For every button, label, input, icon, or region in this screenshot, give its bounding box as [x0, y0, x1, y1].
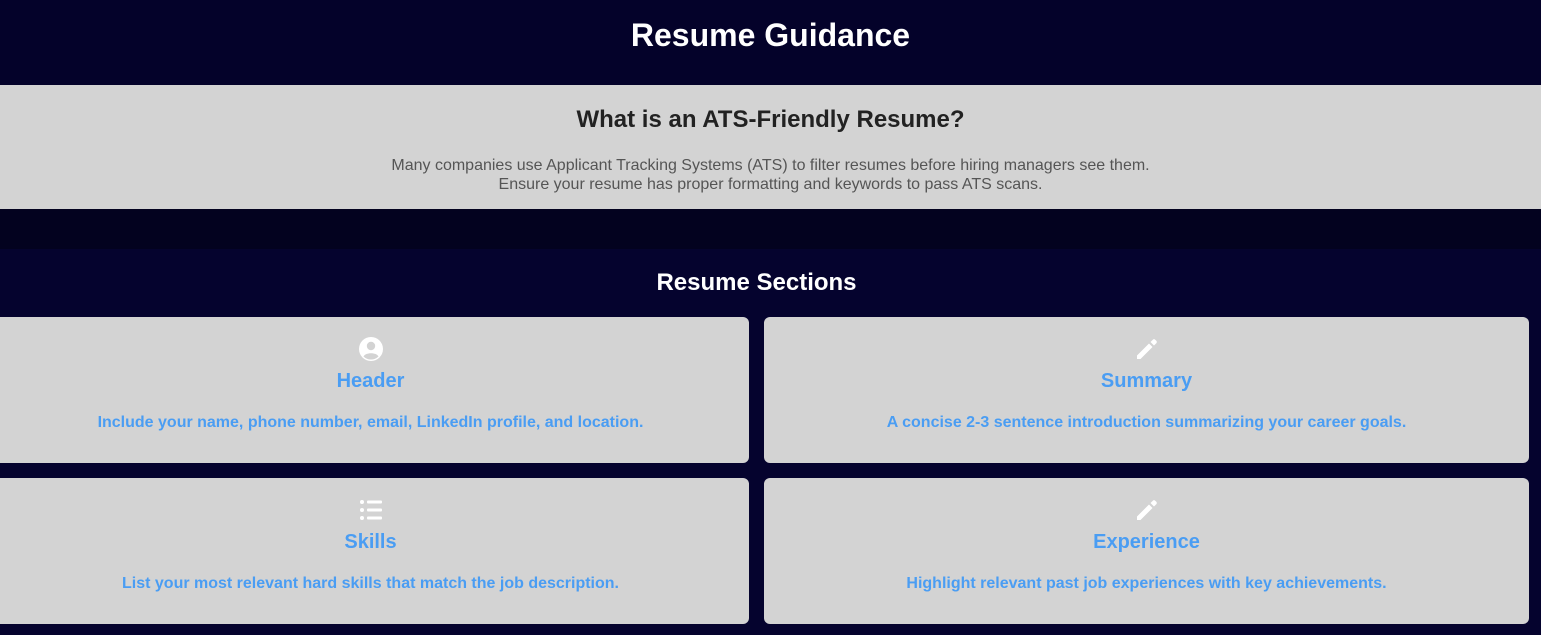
pencil-icon [1136, 500, 1157, 520]
page-title: Resume Guidance [630, 17, 911, 53]
section-card-summary[interactable]: Summary A concise 2-3 sentence introduct… [764, 317, 1529, 463]
ats-info-box: What is an ATS-Friendly Resume? Many com… [0, 85, 1541, 209]
card-title: Experience [1093, 531, 1200, 553]
list-icon [359, 500, 382, 520]
section-card-skills[interactable]: Skills List your most relevant hard skil… [0, 478, 749, 624]
ats-heading: What is an ATS-Friendly Resume? [576, 106, 965, 133]
card-title: Header [336, 370, 405, 392]
user-circle-icon [358, 337, 383, 361]
card-text: Include your name, phone number, email, … [97, 414, 644, 431]
ats-description-line-2: Ensure your resume has proper formatting… [498, 176, 1043, 193]
section-card-experience[interactable]: Experience Highlight relevant past job e… [764, 478, 1529, 624]
card-title: Summary [1100, 370, 1193, 392]
ats-description: Many companies use Applicant Tracking Sy… [0, 156, 1541, 194]
card-text: Highlight relevant past job experiences … [906, 575, 1387, 592]
sections-title: Resume Sections [656, 269, 857, 296]
pencil-icon [1136, 339, 1157, 359]
card-text: A concise 2-3 sentence introduction summ… [886, 414, 1407, 431]
resume-sections: Resume Sections Header Include your name… [0, 249, 1541, 635]
section-card-header[interactable]: Header Include your name, phone number, … [0, 317, 749, 463]
ats-description-line-1: Many companies use Applicant Tracking Sy… [391, 157, 1150, 174]
page-header: Resume Guidance [0, 0, 1541, 85]
card-title: Skills [344, 531, 397, 553]
section-divider [0, 209, 1541, 249]
card-text: List your most relevant hard skills that… [122, 575, 619, 592]
